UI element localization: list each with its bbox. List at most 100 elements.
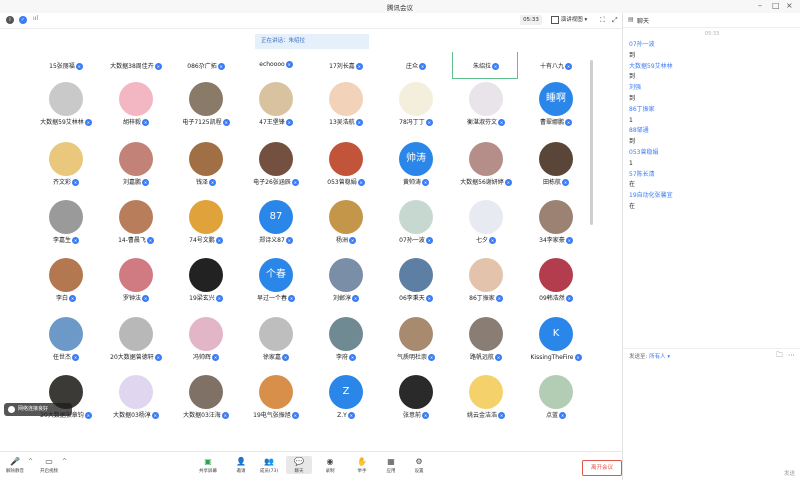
participant-name-text: 大数据38周佳卉	[110, 63, 154, 70]
participant-name-text: Z.Y	[337, 412, 347, 419]
participant-name: 早过一个春 ✕	[241, 294, 311, 303]
participant-tile[interactable]: 气质明杜崇 ✕	[381, 317, 451, 362]
more-icon[interactable]: ⋯	[788, 351, 795, 359]
participant-tile[interactable]: 七夕 ✕	[451, 200, 521, 245]
info-icon[interactable]: i	[6, 16, 14, 24]
avatar	[329, 317, 363, 351]
participant-tile[interactable]: 053曾稳娟 ✕	[311, 142, 381, 187]
participant-name-text: 大数据56谢妍婷	[460, 179, 504, 186]
mic-muted-icon: ✕	[349, 354, 356, 361]
participant-tile[interactable]: 点蓝 ✕	[521, 375, 591, 420]
participant-tile[interactable]: 杨洲 ✕	[311, 200, 381, 245]
participant-tile[interactable]: 电子26张涵辰 ✕	[241, 142, 311, 187]
participant-tile[interactable]: 14-曹晨飞 ✕	[101, 200, 171, 245]
file-icon[interactable]: 🗀	[776, 351, 783, 362]
send-to-selector[interactable]: 发送至: 所有人 ▾	[629, 352, 670, 360]
participant-tile[interactable]: 帅涛 黄帅涛 ✕	[381, 142, 451, 187]
participant-tile[interactable]: 个春 早过一个春 ✕	[241, 258, 311, 303]
participant-tile[interactable]: 刘郸淳 ✕	[311, 258, 381, 303]
share-label: 共享屏幕	[199, 469, 217, 474]
minimize-icon[interactable]: –	[758, 1, 762, 11]
mic-muted-icon: ✕	[222, 119, 230, 126]
participant-tile[interactable]: 13吴浩航 ✕	[311, 82, 381, 127]
participant-tile[interactable]: 78冯丁丁 ✕	[381, 82, 451, 127]
chat-title: 聊天	[637, 18, 650, 25]
participant-tile[interactable]: 06李秉天 ✕	[381, 258, 451, 303]
leave-meeting-button[interactable]: 离开会议	[582, 460, 622, 476]
participant-tile[interactable]: Z Z.Y ✕	[311, 375, 381, 420]
share-screen-button[interactable]: ▣ 共享屏幕	[195, 456, 221, 474]
apps-button[interactable]: ▦ 应用	[378, 456, 404, 474]
participant-tile[interactable]: 路帆远航 ✕	[451, 317, 521, 362]
participant-tile[interactable]: 胡梓毅 ✕	[101, 82, 171, 127]
participant-tile[interactable]: 大数据03汪海 ✕	[171, 375, 241, 420]
send-button[interactable]: 发送	[784, 469, 795, 477]
participant-name: KissingTheFire ✕	[521, 353, 591, 362]
mic-muted-icon: ✕	[288, 295, 295, 302]
security-shield-icon[interactable]: ✓	[19, 16, 27, 24]
mic-muted-icon: ✕	[72, 237, 79, 244]
participant-tile[interactable]: 刘嘉鹏 ✕	[101, 142, 171, 187]
participant-tile[interactable]: 李府 ✕	[311, 317, 381, 362]
participant-tile[interactable]: 大数据56谢妍婷 ✕	[451, 142, 521, 187]
participant-tile[interactable]: 姚云金洁浩 ✕	[451, 375, 521, 420]
signal-icon[interactable]: ııl	[33, 15, 38, 22]
participant-tile[interactable]: 衡湛淑芬文 ✕	[451, 82, 521, 127]
participant-tile[interactable]: 86丁振家 ✕	[451, 258, 521, 303]
participant-name-text: 19电气张振旭	[253, 412, 291, 419]
record-button[interactable]: ◉ 录制	[317, 456, 343, 474]
participant-tile[interactable]: 47王堡锋 ✕	[241, 82, 311, 127]
avatar	[399, 82, 433, 116]
participant-tile[interactable]: 睡啊 曹翠娜鹏 ✕	[521, 82, 591, 127]
participant-tile[interactable]: 20大数据曾德轩 ✕	[101, 317, 171, 362]
mic-muted-icon: ✕	[72, 179, 79, 186]
participant-tile[interactable]: 冯帅辉 ✕	[171, 317, 241, 362]
close-icon[interactable]: ×	[786, 1, 793, 11]
participant-tile[interactable]: 李嘉生 ✕	[31, 200, 101, 245]
members-button[interactable]: 👥 成员(73)	[256, 456, 282, 474]
chat-input-area[interactable]: 发送至: 所有人 ▾ 🗀 ⋯ 发送	[623, 348, 800, 481]
participant-tile[interactable]: 09韩浩然 ✕	[521, 258, 591, 303]
chat-button[interactable]: 💬 聊天	[286, 456, 312, 474]
avatar	[49, 142, 83, 176]
participant-tile[interactable]: K KissingTheFire ✕	[521, 317, 591, 362]
fullscreen-icon[interactable]: ⛶	[600, 15, 605, 25]
participant-tile[interactable]: 87 郑诗义87 ✕	[241, 200, 311, 245]
participant-name: 053曾稳娟 ✕	[311, 178, 381, 187]
participant-tile[interactable]: 07孙一波 ✕	[381, 200, 451, 245]
participant-tile[interactable]: 罗钟法 ✕	[101, 258, 171, 303]
settings-button[interactable]: ⚙ 设置	[406, 456, 432, 474]
raise-hand-button[interactable]: ✋ 举手	[349, 456, 375, 474]
meeting-toolbar: 🎤 解除静音 ^ ▭ 开启视频 ^ ▣ 共享屏幕 👤 邀请 👥 成员(73) 💬…	[0, 451, 622, 481]
participant-tile[interactable]: 19电气张振旭 ✕	[241, 375, 311, 420]
participant-tile[interactable]: 齐文彩 ✕	[31, 142, 101, 187]
grid-scrollbar[interactable]	[590, 60, 593, 225]
avatar	[399, 375, 433, 409]
participant-tile[interactable]: 李白 ✕	[31, 258, 101, 303]
invite-button[interactable]: 👤 邀请	[228, 456, 254, 474]
participant-name: 齐文彩 ✕	[31, 178, 101, 187]
video-options-chevron-icon[interactable]: ^	[62, 458, 67, 465]
pin-icon[interactable]: ⤢	[612, 15, 618, 25]
participant-tile[interactable]: 张意前 ✕	[381, 375, 451, 420]
participant-tile[interactable]: 74号文鹏 ✕	[171, 200, 241, 245]
participant-tile[interactable]: 钱泽 ✕	[171, 142, 241, 187]
participant-tile[interactable]: 34李家豪 ✕	[521, 200, 591, 245]
participant-tile[interactable]: 大数据59艾林林 ✕	[31, 82, 101, 127]
mute-options-chevron-icon[interactable]: ^	[28, 458, 33, 465]
participant-tile[interactable]: 任世杰 ✕	[31, 317, 101, 362]
participant-name-text: 李府	[335, 354, 348, 361]
participant-tile[interactable]: 田栋航 ✕	[521, 142, 591, 187]
video-button[interactable]: ▭ 开启视频	[36, 456, 62, 474]
participant-name: 086尕广拓 ✕	[176, 61, 236, 70]
mic-muted-icon: ✕	[357, 179, 365, 186]
maximize-icon[interactable]: □	[772, 1, 780, 11]
participant-tile[interactable]: 19梁玄兴 ✕	[171, 258, 241, 303]
partial-top-row: 15张丽福 ✕ 大数据38周佳卉 ✕ 086尕广拓 ✕ echoooo ✕ 17刘长嘉 ✕ 庄众 ✕ 朱…	[0, 61, 622, 72]
speaking-indicator: 正在讲话：朱绍拉	[255, 34, 369, 49]
participant-tile[interactable]: 徐家嘉 ✕	[241, 317, 311, 362]
participant-tile[interactable]: 电子7125凯程 ✕	[171, 82, 241, 127]
view-switch-button[interactable]: 演讲视图 ▾	[551, 15, 593, 25]
participant-tile[interactable]: 大数据03杨淳 ✕	[101, 375, 171, 420]
mute-button[interactable]: 🎤 解除静音	[2, 456, 28, 474]
